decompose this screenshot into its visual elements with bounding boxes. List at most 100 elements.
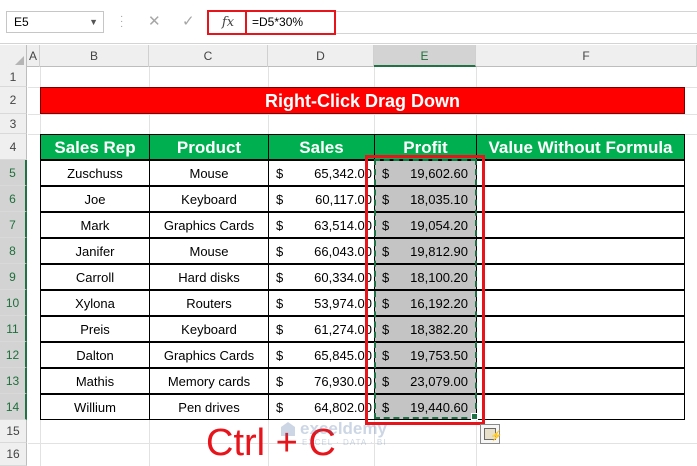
cell-sales-value: 64,802.00 xyxy=(314,400,372,415)
row-header-8[interactable]: 8 xyxy=(0,238,27,264)
watermark-name: exceldemy xyxy=(300,419,387,438)
cell-sales[interactable]: $64,802.00 xyxy=(268,394,375,420)
cell-product[interactable]: Keyboard xyxy=(149,186,269,212)
cell-sales[interactable]: $63,514.00 xyxy=(268,212,375,238)
row-header-5[interactable]: 5 xyxy=(0,160,27,186)
column-header-e[interactable]: E xyxy=(374,45,476,67)
cell-sales[interactable]: $65,342.00 xyxy=(268,160,375,186)
row-header-15[interactable]: 15 xyxy=(0,420,27,443)
cell-sales-value: 60,334.00 xyxy=(314,270,372,285)
exceldemy-logo-icon xyxy=(281,422,295,436)
cell-product[interactable]: Mouse xyxy=(149,238,269,264)
row-header-7[interactable]: 7 xyxy=(0,212,27,238)
cell-value-without-formula[interactable] xyxy=(476,394,685,420)
sheet-title-banner[interactable]: Right-Click Drag Down xyxy=(40,87,685,114)
cell-sales[interactable]: $66,043.00 xyxy=(268,238,375,264)
chevron-down-icon[interactable]: ▼ xyxy=(89,12,98,32)
cell-sales-value: 53,974.00 xyxy=(314,296,372,311)
currency-symbol: $ xyxy=(276,270,284,285)
cell-sales-rep[interactable]: Carroll xyxy=(40,264,150,290)
cell-sales-value: 66,043.00 xyxy=(314,244,372,259)
fill-handle[interactable] xyxy=(471,413,478,420)
lightning-icon: ⚡ xyxy=(490,431,503,442)
row-header-4[interactable]: 4 xyxy=(0,134,27,160)
currency-symbol: $ xyxy=(276,244,284,259)
row-header-10[interactable]: 10 xyxy=(0,290,27,316)
column-header-d[interactable]: D xyxy=(268,45,374,67)
table-header-sales-rep[interactable]: Sales Rep xyxy=(40,134,150,160)
paste-options-button[interactable]: ⚡ xyxy=(480,424,503,444)
row-header-9[interactable]: 9 xyxy=(0,264,27,290)
cell-value-without-formula[interactable] xyxy=(476,212,685,238)
cell-sales[interactable]: $60,334.00 xyxy=(268,264,375,290)
enter-icon[interactable]: ✓ xyxy=(182,11,195,33)
cell-sales-value: 65,342.00 xyxy=(314,166,372,181)
cell-sales-value: 63,514.00 xyxy=(314,218,372,233)
cell-sales-rep[interactable]: Joe xyxy=(40,186,150,212)
cell-sales-rep[interactable]: Zuschuss xyxy=(40,160,150,186)
currency-symbol: $ xyxy=(276,322,284,337)
cell-sales[interactable]: $60,117.00 xyxy=(268,186,375,212)
row-header-6[interactable]: 6 xyxy=(0,186,27,212)
row-header-16[interactable]: 16 xyxy=(0,443,27,466)
cell-product[interactable]: Routers xyxy=(149,290,269,316)
cell-sales-rep[interactable]: Janifer xyxy=(40,238,150,264)
cell-product[interactable]: Graphics Cards xyxy=(149,212,269,238)
cell-sales[interactable]: $76,930.00 xyxy=(268,368,375,394)
currency-symbol: $ xyxy=(276,374,284,389)
drag-handle-icon[interactable]: · · · xyxy=(120,12,124,32)
cell-sales-rep[interactable]: Mark xyxy=(40,212,150,238)
cell-sales-rep[interactable]: Dalton xyxy=(40,342,150,368)
row-header-14[interactable]: 14 xyxy=(0,394,27,420)
row-header-13[interactable]: 13 xyxy=(0,368,27,394)
cell-sales-rep[interactable]: Preis xyxy=(40,316,150,342)
cell-product[interactable]: Memory cards xyxy=(149,368,269,394)
column-header-c[interactable]: C xyxy=(149,45,268,67)
name-box[interactable]: E5 ▼ xyxy=(6,11,104,33)
currency-symbol: $ xyxy=(276,192,284,207)
column-headers: A B C D E F xyxy=(0,45,697,67)
name-box-value: E5 xyxy=(14,15,29,29)
row-header-2[interactable]: 2 xyxy=(0,87,27,114)
cell-sales-value: 65,845.00 xyxy=(314,348,372,363)
row-header-12[interactable]: 12 xyxy=(0,342,27,368)
cell-value-without-formula[interactable] xyxy=(476,316,685,342)
cell-sales[interactable]: $61,274.00 xyxy=(268,316,375,342)
cell-sales-value: 60,117.00 xyxy=(315,192,372,207)
table-header-product[interactable]: Product xyxy=(149,134,269,160)
formula-input-extension[interactable] xyxy=(336,11,697,34)
cell-value-without-formula[interactable] xyxy=(476,290,685,316)
cell-sales[interactable]: $53,974.00 xyxy=(268,290,375,316)
table-header-sales[interactable]: Sales xyxy=(268,134,375,160)
row-header-11[interactable]: 11 xyxy=(0,316,27,342)
cell-value-without-formula[interactable] xyxy=(476,264,685,290)
cell-value-without-formula[interactable] xyxy=(476,238,685,264)
cell-sales-rep[interactable]: Willium xyxy=(40,394,150,420)
cell-sales-rep[interactable]: Xylona xyxy=(40,290,150,316)
cell-sales[interactable]: $65,845.00 xyxy=(268,342,375,368)
cell-product[interactable]: Hard disks xyxy=(149,264,269,290)
cell-value-without-formula[interactable] xyxy=(476,368,685,394)
column-header-b[interactable]: B xyxy=(40,45,149,67)
cell-value-without-formula[interactable] xyxy=(476,342,685,368)
column-header-a[interactable]: A xyxy=(27,45,40,67)
cancel-icon[interactable]: ✕ xyxy=(148,11,161,33)
cell-product[interactable]: Keyboard xyxy=(149,316,269,342)
cell-product[interactable]: Pen drives xyxy=(149,394,269,420)
cell-value-without-formula[interactable] xyxy=(476,160,685,186)
cell-sales-rep[interactable]: Mathis xyxy=(40,368,150,394)
cell-product[interactable]: Mouse xyxy=(149,160,269,186)
select-all-icon xyxy=(15,56,24,65)
cell-product[interactable]: Graphics Cards xyxy=(149,342,269,368)
currency-symbol: $ xyxy=(276,296,284,311)
table-header-value-without-formula[interactable]: Value Without Formula xyxy=(476,134,685,160)
currency-symbol: $ xyxy=(276,348,284,363)
row-header-1[interactable]: 1 xyxy=(0,67,27,87)
currency-symbol: $ xyxy=(276,218,284,233)
formula-input[interactable]: =D5*30% xyxy=(245,10,336,35)
column-header-f[interactable]: F xyxy=(476,45,697,67)
row-header-3[interactable]: 3 xyxy=(0,114,27,134)
insert-function-button[interactable]: fx xyxy=(207,10,247,35)
cell-value-without-formula[interactable] xyxy=(476,186,685,212)
select-all-button[interactable] xyxy=(0,45,27,67)
